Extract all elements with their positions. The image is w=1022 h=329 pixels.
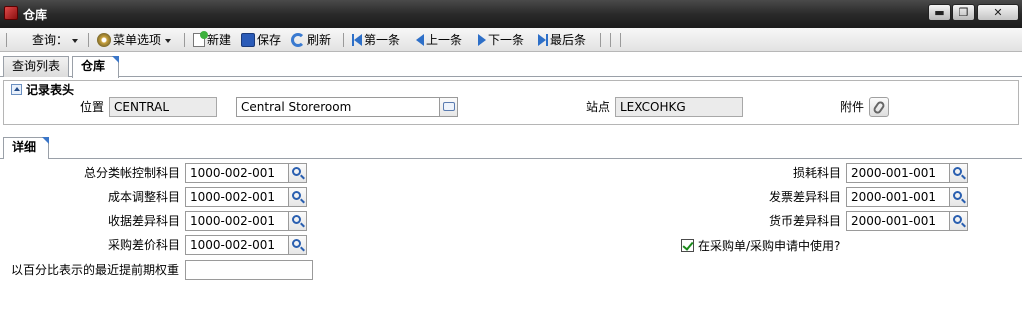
lead-time-weight-label: 以百分比表示的最近提前期权重 — [11, 263, 180, 277]
toolbar-separator — [600, 33, 601, 47]
receipt-variance-account-label: 收据差异科目 — [107, 214, 180, 228]
toolbar-separator — [6, 33, 7, 47]
search-icon — [292, 191, 301, 200]
tab-corner-marker — [112, 56, 119, 63]
prev-label: 上一条 — [426, 33, 463, 47]
cost-adjustment-account-label: 成本调整科目 — [107, 190, 180, 204]
long-description-icon — [443, 102, 455, 111]
shrinkage-account-label: 损耗科目 — [792, 166, 841, 180]
refresh-icon — [291, 32, 305, 47]
menu-options-label: 菜单选项 — [113, 33, 162, 47]
collapse-icon[interactable] — [11, 84, 22, 95]
location-description-field[interactable]: Central Storeroom — [236, 97, 440, 117]
location-field[interactable]: CENTRAL — [109, 97, 217, 117]
gl-control-account-lookup[interactable] — [289, 163, 307, 183]
search-icon — [292, 215, 301, 224]
toolbar-separator — [610, 33, 611, 47]
refresh-button[interactable]: 刷新 — [291, 31, 331, 49]
search-icon — [953, 215, 962, 224]
last-label: 最后条 — [550, 33, 587, 47]
header-section-title[interactable]: 记录表头 — [8, 81, 78, 98]
gl-control-account-field[interactable]: 1000-002-001 — [185, 163, 289, 183]
site-label: 站点 — [585, 100, 610, 114]
window-title: 仓库 — [23, 8, 48, 22]
new-label: 新建 — [207, 33, 232, 47]
attachments-button[interactable] — [869, 97, 889, 117]
query-label: 查询： — [32, 33, 69, 47]
save-icon — [241, 32, 255, 47]
menu-options-button[interactable]: 菜单选项 — [97, 31, 172, 49]
invoice-variance-account-label: 发票差异科目 — [768, 190, 841, 204]
next-label: 下一条 — [488, 33, 525, 47]
cost-adjustment-account-lookup[interactable] — [289, 187, 307, 207]
chevron-down-icon — [72, 38, 79, 43]
currency-variance-account-field[interactable]: 2000-001-001 — [846, 211, 950, 231]
detail-tab-strip: 详细 — [0, 135, 1022, 159]
tab-label: 查询列表 — [12, 59, 61, 73]
location-label: 位置 — [79, 100, 104, 114]
purchase-price-variance-account-label: 采购差价科目 — [107, 238, 180, 252]
receipt-variance-account-field[interactable]: 1000-002-001 — [185, 211, 289, 231]
refresh-label: 刷新 — [307, 33, 332, 47]
maximize-button[interactable]: ❐ — [952, 4, 975, 21]
invoice-variance-account-field[interactable]: 2000-001-001 — [846, 187, 950, 207]
toolbar-separator — [620, 33, 621, 47]
title-bar: 仓库 ▬ ❐ ✕ — [0, 0, 1022, 28]
app-icon — [4, 6, 18, 20]
search-icon — [953, 191, 962, 200]
currency-variance-account-lookup[interactable] — [950, 211, 968, 231]
first-record-icon — [352, 31, 362, 49]
toolbar-separator — [184, 33, 185, 47]
search-icon — [292, 167, 301, 176]
last-record-button[interactable]: 最后条 — [538, 31, 586, 49]
tab-query-list[interactable]: 查询列表 — [3, 56, 70, 77]
tab-corner-marker — [42, 137, 49, 144]
search-icon — [292, 239, 301, 248]
close-button[interactable]: ✕ — [977, 4, 1019, 21]
search-icon — [953, 167, 962, 176]
previous-icon — [416, 31, 424, 49]
receipt-variance-account-lookup[interactable] — [289, 211, 307, 231]
first-label: 第一条 — [364, 33, 401, 47]
next-record-button[interactable]: 下一条 — [478, 31, 524, 49]
toolbar-separator — [343, 33, 344, 47]
attachments-label: 附件 — [839, 100, 864, 114]
tab-detail[interactable]: 详细 — [3, 137, 49, 159]
new-document-icon — [193, 30, 208, 47]
toolbar-separator — [88, 33, 89, 47]
last-record-icon — [538, 31, 548, 49]
minimize-button[interactable]: ▬ — [928, 4, 951, 21]
chevron-down-icon — [165, 38, 172, 43]
purchase-price-variance-account-field[interactable]: 1000-002-001 — [185, 235, 289, 255]
first-record-button[interactable]: 第一条 — [352, 31, 400, 49]
save-button[interactable]: 保存 — [241, 31, 281, 49]
cost-adjustment-account-field[interactable]: 1000-002-001 — [185, 187, 289, 207]
previous-record-button[interactable]: 上一条 — [416, 31, 462, 49]
new-button[interactable]: 新建 — [193, 30, 232, 49]
site-field[interactable]: LEXCOHKG — [615, 97, 743, 117]
save-label: 保存 — [257, 33, 282, 47]
shrinkage-account-field[interactable]: 2000-001-001 — [846, 163, 950, 183]
long-description-button[interactable] — [440, 97, 458, 117]
tab-warehouse[interactable]: 仓库 — [72, 56, 119, 78]
purchase-price-variance-account-lookup[interactable] — [289, 235, 307, 255]
tab-label: 详细 — [12, 140, 37, 154]
gear-icon — [97, 32, 111, 47]
next-icon — [478, 31, 486, 49]
shrinkage-account-lookup[interactable] — [950, 163, 968, 183]
tab-label: 仓库 — [81, 59, 106, 73]
query-dropdown[interactable]: 查询： — [32, 31, 79, 49]
lead-time-weight-field[interactable] — [185, 260, 313, 280]
paperclip-icon — [871, 99, 887, 116]
use-in-po-label: 在采购单/采购申请中使用? — [698, 239, 841, 253]
currency-variance-account-label: 货币差异科目 — [768, 214, 841, 228]
toolbar: 查询： 菜单选项 新建 保存 刷新 第一条 上一条 下一条 最后条 — [0, 28, 1022, 52]
tab-strip: 查询列表 仓库 — [0, 53, 1022, 78]
use-in-po-checkbox[interactable] — [681, 239, 694, 252]
gl-control-account-label: 总分类帐控制科目 — [83, 166, 180, 180]
header-section-title-text: 记录表头 — [26, 83, 75, 97]
invoice-variance-account-lookup[interactable] — [950, 187, 968, 207]
